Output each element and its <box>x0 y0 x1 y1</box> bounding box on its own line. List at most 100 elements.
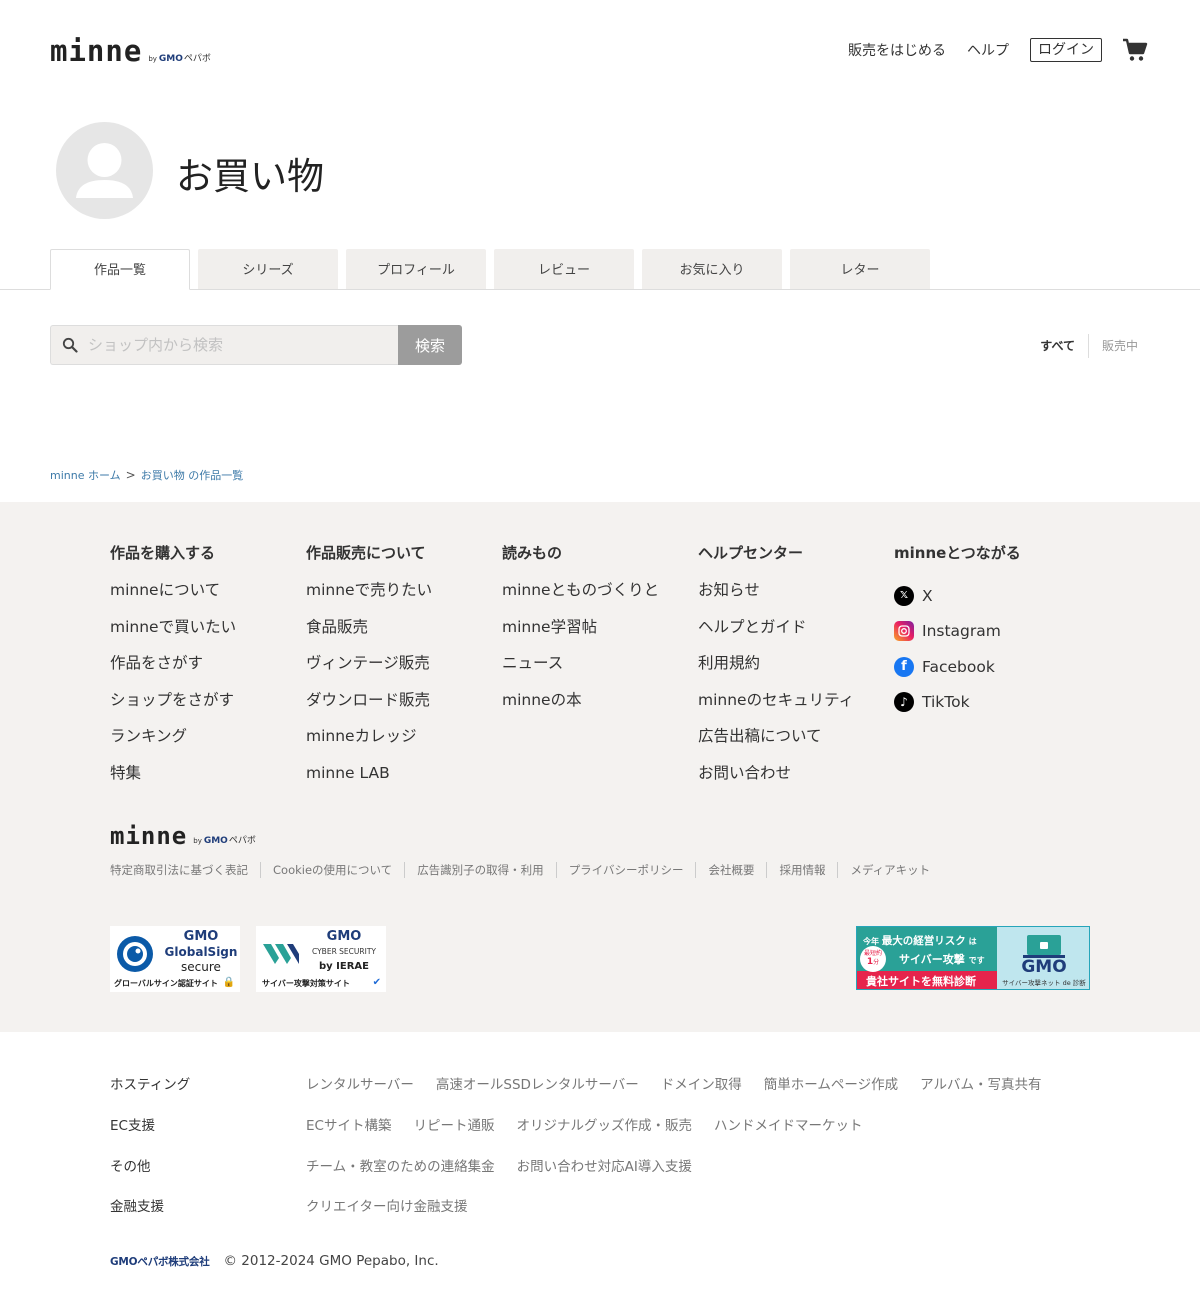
footer-link[interactable]: ニュース <box>502 651 698 688</box>
legal-link-cookie[interactable]: Cookieの使用について <box>260 862 404 878</box>
footer-link[interactable]: minneで売りたい <box>306 578 502 615</box>
badge-globalsign: GlobalSign <box>164 945 238 959</box>
logo-by: by <box>148 55 157 63</box>
legal-link-tokushoho[interactable]: 特定商取引法に基づく表記 <box>110 862 260 878</box>
footer-link[interactable]: 食品販売 <box>306 615 502 652</box>
footer-link[interactable]: お問い合わせ <box>698 761 894 798</box>
service-link[interactable]: チーム・教室のための連絡集金 <box>306 1155 495 1175</box>
footer-link[interactable]: ショップをさがす <box>110 688 306 725</box>
footer-minne-logo[interactable]: minne by GMO ペパボ <box>110 824 256 848</box>
shop-title: お買い物 <box>176 155 324 198</box>
service-link[interactable]: ハンドメイドマーケット <box>714 1114 863 1134</box>
legal-link-company[interactable]: 会社概要 <box>695 862 766 878</box>
service-link[interactable]: リピート通販 <box>413 1114 494 1134</box>
legal-link-recruit[interactable]: 採用情報 <box>766 862 837 878</box>
start-selling-link[interactable]: 販売をはじめる <box>848 40 946 60</box>
cyber-security-badge[interactable]: GMO CYBER SECURITY by IERAE サイバー攻撃対策サイト … <box>256 926 386 992</box>
footer-link[interactable]: ヴィンテージ販売 <box>306 651 502 688</box>
social-link-facebook[interactable]: f Facebook <box>894 649 1090 685</box>
footer-link[interactable]: minneとものづくりと <box>502 578 698 615</box>
badge-secure: secure <box>181 960 221 974</box>
services-row-finance: 金融支援 クリエイター向け金融支援 <box>110 1195 489 1215</box>
footer-link[interactable]: 広告出稿について <box>698 724 894 761</box>
minne-logo[interactable]: minne by GMO ペパボ <box>50 36 211 66</box>
logo-pepabo: ペパボ <box>183 54 211 64</box>
cart-icon[interactable] <box>1122 38 1148 62</box>
legal-link-media-kit[interactable]: メディアキット <box>837 862 942 878</box>
footer-link[interactable]: ヘルプとガイド <box>698 615 894 652</box>
legal-link-ad-id[interactable]: 広告識別子の取得・利用 <box>404 862 556 878</box>
tab-works[interactable]: 作品一覧 <box>50 249 190 290</box>
service-link[interactable]: オリジナルグッズ作成・販売 <box>516 1114 692 1134</box>
services-row-ec: EC支援 ECサイト構築 リピート通販 オリジナルグッズ作成・販売 ハンドメイド… <box>110 1114 884 1134</box>
footer-link[interactable]: 利用規約 <box>698 651 894 688</box>
shield-check-icon: ✔ <box>372 977 381 988</box>
globalsign-eye-icon <box>117 936 153 972</box>
footer-link[interactable]: minneカレッジ <box>306 724 502 761</box>
service-link[interactable]: 高速オールSSDレンタルサーバー <box>436 1073 639 1093</box>
service-link[interactable]: レンタルサーバー <box>306 1073 414 1093</box>
cyber-diagnosis-banner[interactable]: 今年 最大の経営リスク は 最短約 1分 サイバー攻撃 です 貴社サイトを無料診… <box>856 926 1090 990</box>
login-button[interactable]: ログイン <box>1030 38 1102 62</box>
tab-favorites[interactable]: お気に入り <box>642 249 782 289</box>
service-link[interactable]: 簡単ホームページ作成 <box>764 1073 898 1093</box>
footer-link[interactable]: お知らせ <box>698 578 894 615</box>
social-link-x[interactable]: 𝕏 X <box>894 578 1090 614</box>
footer-col-read: 読みもの minneとものづくりと minne学習帖 ニュース minneの本 <box>502 542 698 724</box>
footer-col-title: 作品販売について <box>306 544 426 562</box>
footer-link[interactable]: 特集 <box>110 761 306 798</box>
legal-link-privacy[interactable]: プライバシーポリシー <box>555 862 696 878</box>
help-link[interactable]: ヘルプ <box>967 40 1009 60</box>
filter-on-sale[interactable]: 販売中 <box>1089 334 1138 358</box>
footer-link[interactable]: minneのセキュリティ <box>698 688 894 725</box>
globalsign-badge[interactable]: GMO GlobalSign secure グローバルサイン認証サイト 🔒 <box>110 926 240 992</box>
search-button[interactable]: 検索 <box>398 325 462 365</box>
facebook-icon: f <box>894 656 914 677</box>
service-category: 金融支援 <box>110 1199 164 1215</box>
gmo-pepabo-logo[interactable]: GMOペパボ株式会社 <box>110 1254 210 1269</box>
ierae-logo-icon <box>263 944 299 964</box>
social-label: X <box>922 586 933 605</box>
service-link[interactable]: アルバム・写真共有 <box>920 1073 1041 1093</box>
tab-letter[interactable]: レター <box>790 249 930 289</box>
footer-link[interactable]: minneについて <box>110 578 306 615</box>
footer-link[interactable]: minneで買いたい <box>110 615 306 652</box>
site-footer: 作品を購入する minneについて minneで買いたい 作品をさがす ショップ… <box>0 502 1200 1032</box>
footer-link[interactable]: minne LAB <box>306 761 502 798</box>
search-field-wrapper <box>50 325 398 365</box>
footer-link[interactable]: ダウンロード販売 <box>306 688 502 725</box>
filter-all[interactable]: すべて <box>1040 334 1089 358</box>
footer-link[interactable]: minne学習帖 <box>502 615 698 652</box>
breadcrumb-current[interactable]: お買い物 の作品一覧 <box>141 467 244 483</box>
tab-series[interactable]: シリーズ <box>198 249 338 289</box>
service-link[interactable]: お問い合わせ対応AI導入支援 <box>517 1155 692 1175</box>
header-nav: 販売をはじめる ヘルプ ログイン <box>848 38 1148 62</box>
shop-search: 検索 <box>50 325 462 365</box>
service-link[interactable]: ECサイト構築 <box>306 1114 391 1134</box>
tab-reviews[interactable]: レビュー <box>494 249 634 289</box>
logo-wordmark: minne <box>110 822 188 850</box>
logo-gmo: GMO <box>158 54 183 64</box>
tiktok-icon: ♪ <box>894 692 914 713</box>
social-label: TikTok <box>922 693 970 712</box>
footer-col-title: 作品を購入する <box>110 544 216 562</box>
social-label: Instagram <box>922 622 1001 641</box>
laptop-icon <box>1023 935 1065 958</box>
footer-link[interactable]: ランキング <box>110 724 306 761</box>
service-link[interactable]: ドメイン取得 <box>661 1073 742 1093</box>
footer-link[interactable]: 作品をさがす <box>110 651 306 688</box>
service-link[interactable]: クリエイター向け金融支援 <box>306 1195 467 1215</box>
breadcrumb-home[interactable]: minne ホーム <box>50 467 121 483</box>
services-row-other: その他 チーム・教室のための連絡集金 お問い合わせ対応AI導入支援 <box>110 1155 714 1175</box>
person-icon <box>76 143 133 198</box>
social-link-instagram[interactable]: Instagram <box>894 614 1090 650</box>
service-category: ホスティング <box>110 1077 191 1093</box>
banner-text: 最大の経営リスク <box>881 935 966 947</box>
copyright-text: © 2012-2024 GMO Pepabo, Inc. <box>223 1253 439 1269</box>
banner-text: 貴社サイトを無料診断 <box>866 975 976 988</box>
search-input[interactable] <box>88 336 388 354</box>
social-link-tiktok[interactable]: ♪ TikTok <box>894 685 1090 721</box>
tab-profile[interactable]: プロフィール <box>346 249 486 289</box>
footer-link[interactable]: minneの本 <box>502 688 698 725</box>
instagram-icon <box>894 621 914 642</box>
